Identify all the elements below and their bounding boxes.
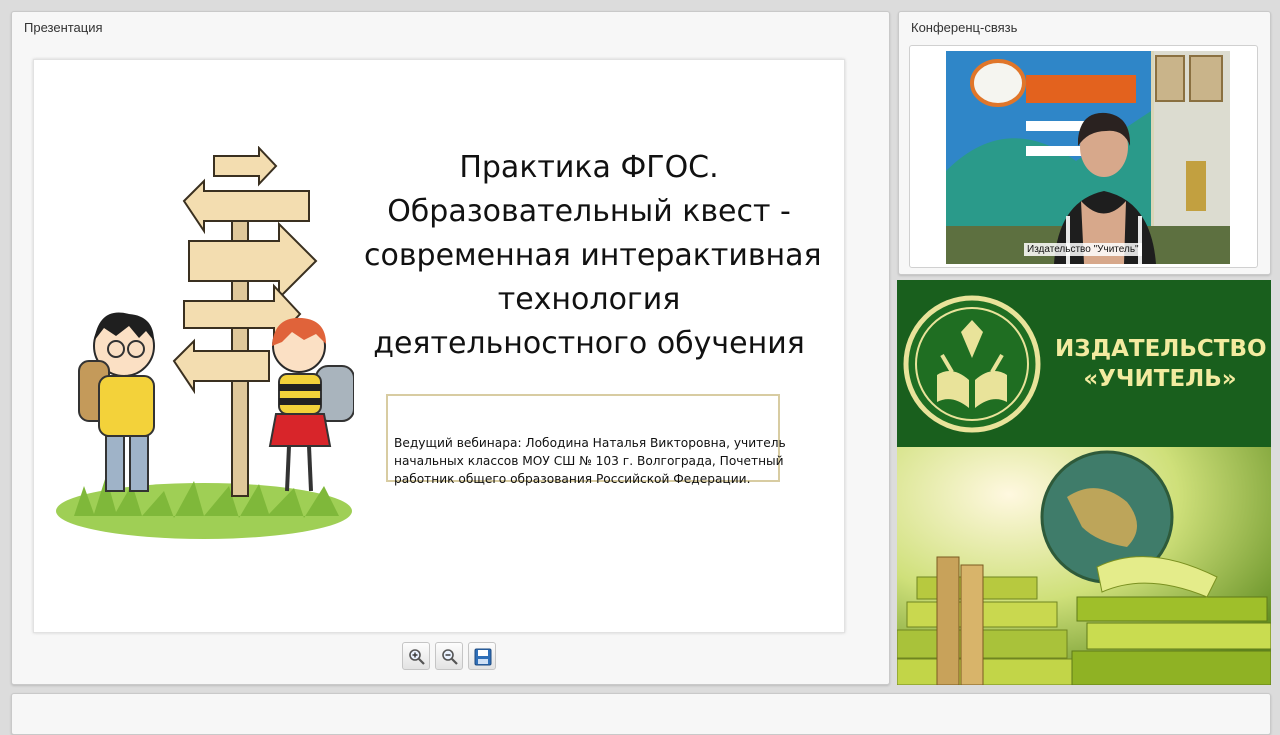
publisher-name: ИЗДАТЕЛЬСТВО «УЧИТЕЛЬ» — [1055, 334, 1267, 394]
slide-title: Практика ФГОС. Образовательный квест - с… — [364, 146, 822, 366]
slide-title-line: современная интерактивная — [364, 238, 822, 273]
publisher-logo-icon — [903, 295, 1041, 433]
video-caption-label: Издательство "Учитель" — [1024, 243, 1142, 256]
signpost-children-illustration — [56, 146, 354, 539]
speaker-info-line: Ведущий вебинара: Лободина Наталья Викто… — [394, 436, 786, 450]
zoom-out-button[interactable] — [435, 642, 463, 670]
video-container: Издательство "Учитель" — [909, 45, 1258, 268]
speaker-info-box: Ведущий вебинара: Лободина Наталья Викто… — [386, 394, 786, 486]
slide-title-line: технология — [497, 282, 681, 317]
slide-title-line: Практика ФГОС. — [459, 150, 719, 185]
floppy-disk-icon — [474, 648, 492, 666]
publisher-logo-band: ИЗДАТЕЛЬСТВО «УЧИТЕЛЬ» — [897, 280, 1271, 447]
bottom-panel — [11, 693, 1271, 735]
publisher-name-line: ИЗДАТЕЛЬСТВО — [1055, 336, 1267, 362]
speaker-video-image — [946, 51, 1230, 264]
slide-title-line: Образовательный квест - — [387, 194, 791, 229]
video-feed[interactable]: Издательство "Учитель" — [946, 51, 1230, 264]
slide-title-line: деятельностного обучения — [373, 326, 805, 361]
publisher-banner: ИЗДАТЕЛЬСТВО «УЧИТЕЛЬ» — [897, 280, 1271, 685]
zoom-in-icon — [409, 649, 425, 665]
zoom-in-button[interactable] — [402, 642, 430, 670]
speaker-info-line: начальных классов МОУ СШ № 103 г. Волгог… — [394, 454, 784, 468]
conference-panel-title: Конференц-связь — [911, 20, 1018, 35]
speaker-info-line: работник общего образования Российской Ф… — [394, 472, 751, 486]
books-globe-photo — [897, 447, 1271, 685]
save-button[interactable] — [468, 642, 496, 670]
publisher-name-line: «УЧИТЕЛЬ» — [1083, 366, 1237, 392]
conference-panel: Конференц-связь Издательство "Учитель" — [898, 11, 1271, 275]
presentation-panel-title: Презентация — [24, 20, 103, 35]
zoom-out-icon — [442, 649, 458, 665]
presentation-panel: Презентация Практика ФГОС. Образовательн… — [11, 11, 890, 685]
presentation-slide: Практика ФГОС. Образовательный квест - с… — [33, 59, 845, 633]
